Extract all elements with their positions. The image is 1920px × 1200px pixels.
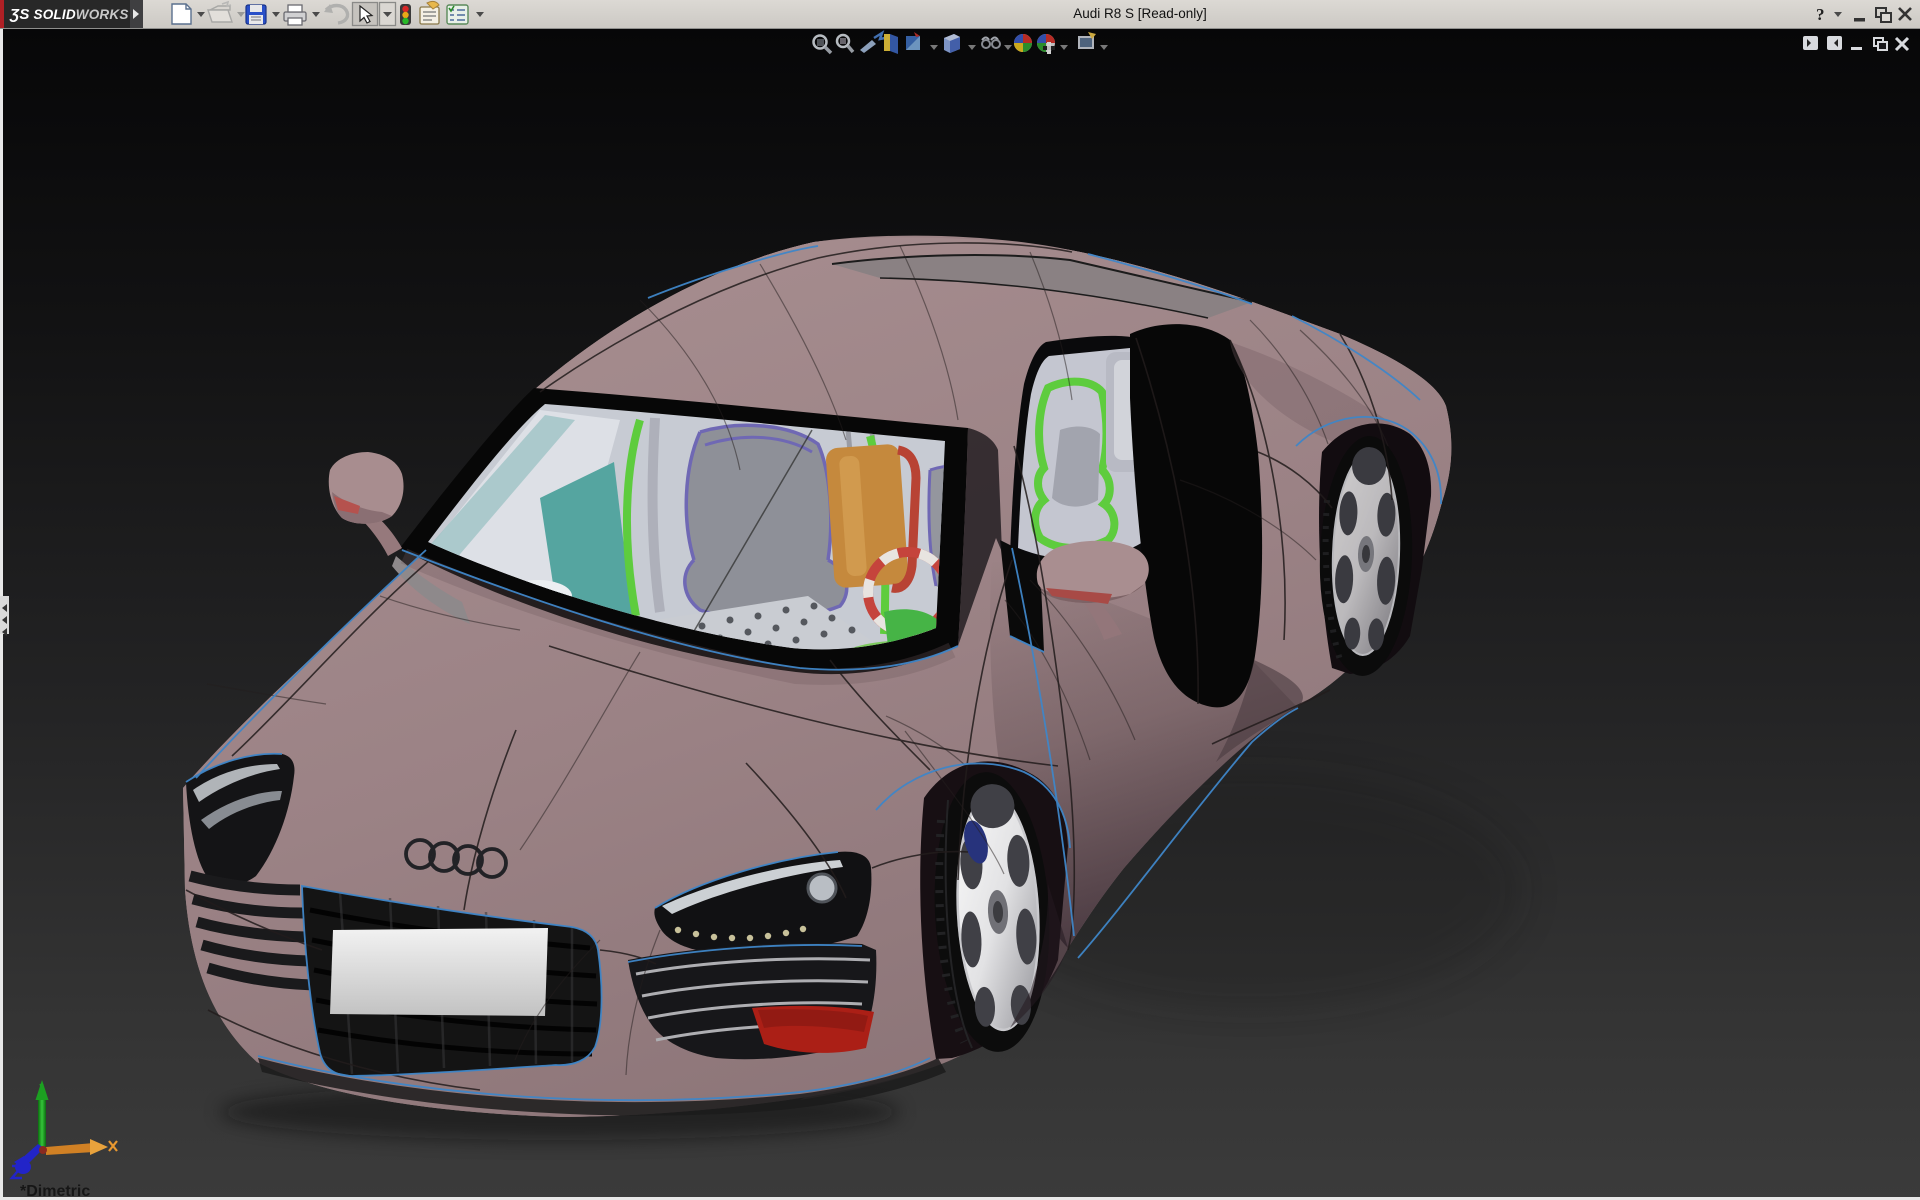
svg-text:?: ? <box>1816 5 1825 24</box>
svg-text:*Dimetric: *Dimetric <box>20 1183 90 1200</box>
